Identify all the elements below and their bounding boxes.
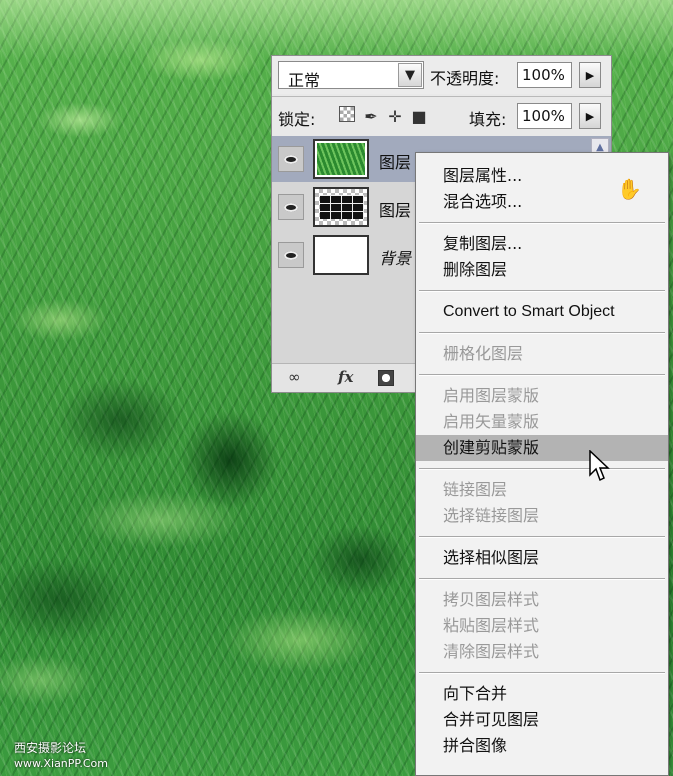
layer-thumbnail — [313, 139, 369, 179]
fill-field[interactable]: 100% — [517, 103, 572, 129]
menu-item[interactable]: 合并可见图层 — [416, 707, 668, 733]
layer-name: 图层 — [379, 201, 412, 220]
fill-arrow-button[interactable]: ▶ — [579, 103, 601, 129]
hand-icon: ✋ — [617, 177, 642, 201]
menu-separator — [419, 290, 665, 292]
fx-icon[interactable]: fx — [338, 368, 353, 386]
opacity-label: 不透明度: — [430, 69, 500, 88]
chevron-down-icon[interactable]: ▼ — [398, 63, 422, 87]
menu-separator — [419, 672, 665, 674]
opacity-field[interactable]: 100% — [517, 62, 572, 88]
menu-separator — [419, 578, 665, 580]
menu-item: 拷贝图层样式 — [443, 590, 540, 609]
lock-label: 锁定: — [278, 110, 316, 129]
mask-icon[interactable] — [378, 370, 394, 386]
layer-thumbnail — [313, 235, 369, 275]
menu-item: 启用图层蒙版 — [443, 386, 540, 405]
menu-item: 清除图层样式 — [443, 642, 540, 661]
brush-icon[interactable]: ✒ — [362, 107, 380, 126]
move-icon[interactable]: ✛ — [386, 107, 404, 126]
menu-item[interactable]: 选择相似图层 — [416, 545, 668, 571]
blend-mode-value: 正常 — [288, 71, 321, 90]
menu-item[interactable]: 创建剪贴蒙版 — [416, 435, 668, 461]
layer-name: 背景 — [379, 249, 412, 268]
menu-item: 链接图层 — [443, 480, 508, 499]
lock-icons: ✒ ✛ ■ — [338, 106, 428, 126]
fill-label: 填充: — [469, 110, 507, 129]
blend-opacity-row: 正常 ▼ 不透明度: 100% ▶ — [272, 56, 611, 94]
menu-item[interactable]: 删除图层 — [416, 257, 668, 283]
link-icon[interactable]: ∞ — [288, 368, 301, 386]
blend-mode-select[interactable]: 正常 ▼ — [278, 61, 424, 90]
lock-fill-row: 锁定: ✒ ✛ ■ 填充: 100% ▶ — [272, 98, 611, 134]
menu-item[interactable]: 拼合图像 — [416, 733, 668, 759]
lock-transparent-icon[interactable] — [338, 106, 356, 126]
eye-icon[interactable] — [278, 146, 304, 172]
menu-separator — [419, 374, 665, 376]
watermark: 西安摄影论坛 www.XianPP.Com — [14, 741, 108, 771]
menu-item: 粘贴图层样式 — [443, 616, 540, 635]
menu-item[interactable]: 向下合并 — [416, 681, 668, 707]
menu-separator — [419, 468, 665, 470]
menu-item: 选择链接图层 — [443, 506, 540, 525]
watermark-site: 西安摄影论坛 — [14, 741, 87, 755]
menu-separator — [419, 536, 665, 538]
cursor-icon — [589, 450, 610, 482]
eye-icon[interactable] — [278, 242, 304, 268]
menu-separator — [419, 332, 665, 334]
menu-item: 启用矢量蒙版 — [443, 412, 540, 431]
menu-item: 栅格化图层 — [443, 344, 524, 363]
watermark-url: www.XianPP.Com — [14, 757, 108, 770]
divider — [272, 96, 611, 97]
menu-item[interactable]: Convert to Smart Object — [416, 299, 668, 325]
menu-separator — [419, 222, 665, 224]
menu-item[interactable]: 复制图层... — [416, 231, 668, 257]
layer-thumbnail — [313, 187, 369, 227]
layer-context-menu: 图层属性... 混合选项... 复制图层... 删除图层 Convert to Smar… — [415, 152, 669, 776]
eye-icon[interactable] — [278, 194, 304, 220]
opacity-arrow-button[interactable]: ▶ — [579, 62, 601, 88]
lock-icon[interactable]: ■ — [410, 107, 428, 126]
